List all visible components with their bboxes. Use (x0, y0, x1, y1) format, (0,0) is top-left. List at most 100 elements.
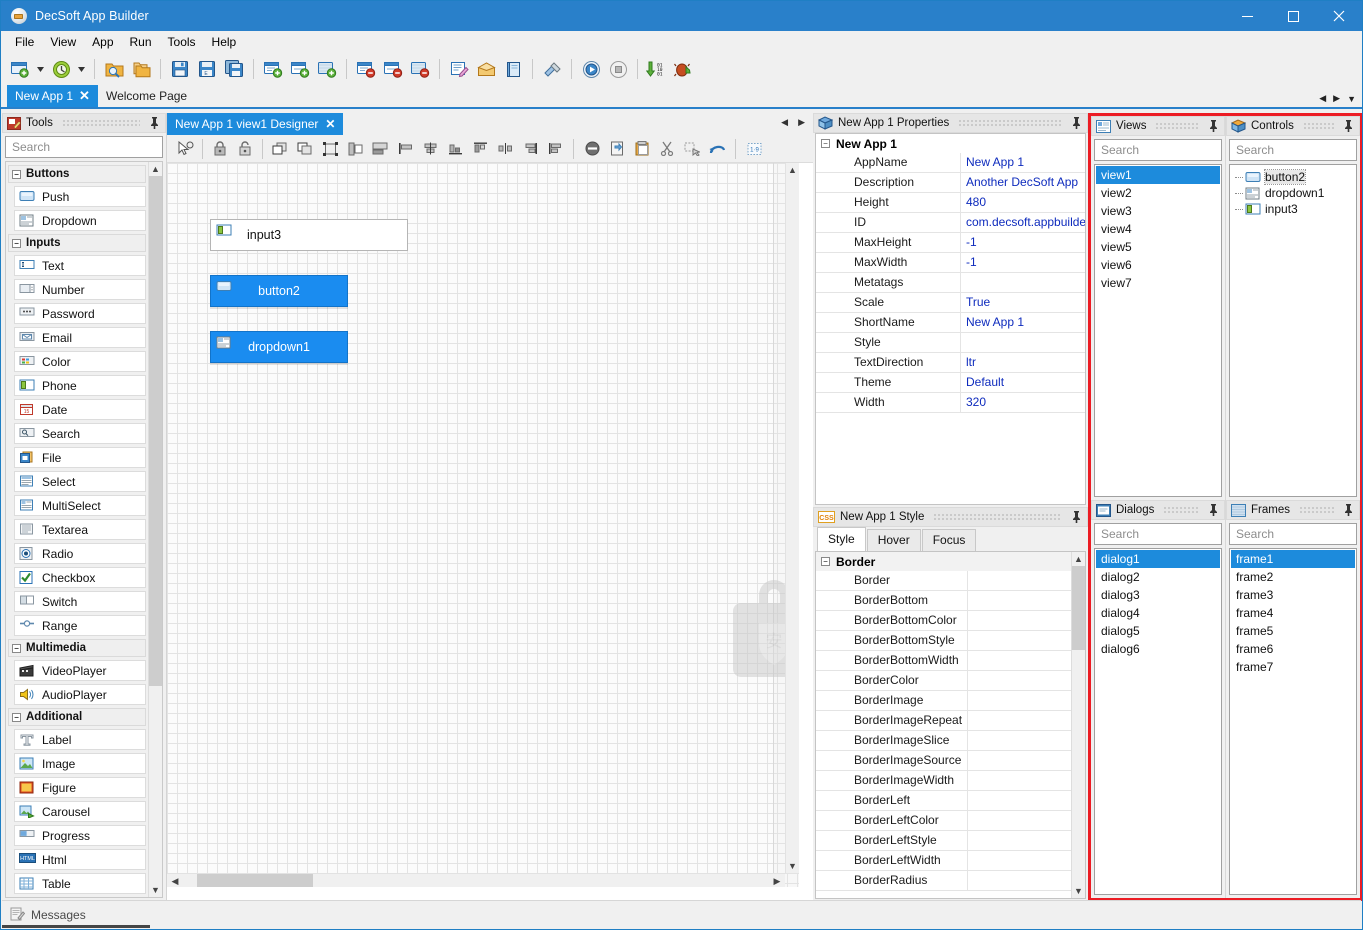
views-panel-drag-handle[interactable] (1155, 122, 1199, 130)
style-row-borderimagerepeat[interactable]: BorderImageRepeat (816, 711, 1071, 731)
style-property-value[interactable] (968, 691, 1071, 711)
frames-panel-pin-icon[interactable] (1343, 504, 1355, 516)
collapse-icon[interactable]: − (12, 712, 21, 722)
dialogs-list-item[interactable]: dialog2 (1096, 568, 1220, 586)
style-row-borderbottomwidth[interactable]: BorderBottomWidth (816, 651, 1071, 671)
save-icon[interactable] (167, 56, 193, 82)
property-row-id[interactable]: ID com.decsoft.appbuilder (816, 213, 1085, 233)
canvas-vertical-scrollbar[interactable]: ▲ ▼ (785, 163, 799, 873)
app-viewport[interactable]: input3 button2 dropdown1 (167, 163, 774, 887)
docs-icon[interactable] (500, 56, 526, 82)
align-center-icon[interactable] (418, 137, 442, 161)
collapse-icon[interactable]: − (12, 169, 21, 179)
views-list-item[interactable]: view5 (1096, 238, 1220, 256)
designer-canvas[interactable]: input3 button2 dropdown1 安 ▲ ▼ ◀ ▶ (167, 163, 799, 887)
views-list-item[interactable]: view3 (1096, 202, 1220, 220)
style-row-borderleftstyle[interactable]: BorderLeftStyle (816, 831, 1071, 851)
canvas-horizontal-scrollbar[interactable]: ◀ ▶ (167, 873, 785, 887)
canvas-scroll-down-icon[interactable]: ▼ (788, 859, 797, 873)
canvas-scroll-right-icon[interactable]: ▶ (769, 874, 785, 888)
dialogs-list-item[interactable]: dialog3 (1096, 586, 1220, 604)
compile-icon[interactable]: 01 10 01 (644, 56, 670, 82)
doc-tab-prev-icon[interactable]: ◀ (1319, 93, 1326, 104)
views-list[interactable]: view1 view2 view3 view4 view5 view6 view… (1094, 164, 1222, 497)
menu-help[interactable]: Help (204, 32, 245, 52)
dialogs-list-item[interactable]: dialog1 (1096, 550, 1220, 568)
tool-item-range[interactable]: Range (14, 615, 146, 636)
dialogs-list-item[interactable]: dialog5 (1096, 622, 1220, 640)
align-top-icon[interactable] (468, 137, 492, 161)
property-row-scale[interactable]: Scale True (816, 293, 1085, 313)
dialogs-list-item[interactable]: dialog4 (1096, 604, 1220, 622)
canvas-control-dropdown1[interactable]: dropdown1 (210, 331, 348, 363)
collapse-icon[interactable]: − (12, 643, 21, 653)
property-row-theme[interactable]: Theme Default (816, 373, 1085, 393)
tool-item-label[interactable]: Label (14, 729, 146, 750)
recent-apps-dropdown-arrow-icon[interactable] (75, 56, 88, 82)
style-row-borderimage[interactable]: BorderImage (816, 691, 1071, 711)
style-row-borderradius[interactable]: BorderRadius (816, 871, 1071, 891)
properties-panel-drag-handle[interactable] (958, 119, 1062, 127)
cut-control-icon[interactable] (655, 137, 679, 161)
style-tab-focus[interactable]: Focus (921, 529, 977, 551)
controls-panel-drag-handle[interactable] (1302, 122, 1334, 130)
menu-file[interactable]: File (7, 32, 42, 52)
style-grid[interactable]: − Border Border BorderBottom BorderBotto… (815, 551, 1086, 899)
tool-item-figure[interactable]: Figure (14, 777, 146, 798)
tool-item-videoplayer[interactable]: VideoPlayer (14, 660, 146, 681)
property-value[interactable]: New App 1 (961, 313, 1085, 333)
views-list-item[interactable]: view4 (1096, 220, 1220, 238)
save-as-icon[interactable]: E (194, 56, 220, 82)
controls-tree-item-dropdown1[interactable]: dropdown1 (1231, 185, 1355, 201)
designer-tab-close-icon[interactable]: ✕ (325, 117, 335, 131)
style-property-value[interactable] (968, 711, 1071, 731)
style-row-borderleftcolor[interactable]: BorderLeftColor (816, 811, 1071, 831)
style-group-border[interactable]: − Border (816, 552, 1071, 571)
maximize-button[interactable] (1270, 1, 1316, 31)
style-scrollbar[interactable]: ▲ ▼ (1071, 552, 1085, 898)
style-property-value[interactable] (968, 571, 1071, 591)
controls-tree-item-button2[interactable]: button2 (1231, 169, 1355, 185)
style-row-bordercolor[interactable]: BorderColor (816, 671, 1071, 691)
canvas-control-input3[interactable]: input3 (210, 219, 408, 251)
tool-item-number[interactable]: Number (14, 279, 146, 300)
style-row-borderleft[interactable]: BorderLeft (816, 791, 1071, 811)
frames-list-item[interactable]: frame2 (1231, 568, 1355, 586)
property-row-style[interactable]: Style (816, 333, 1085, 353)
new-app-icon[interactable] (7, 56, 33, 82)
tools-scroll-down-icon[interactable]: ▼ (151, 883, 160, 897)
distribute-icon[interactable] (543, 137, 567, 161)
property-row-shortname[interactable]: ShortName New App 1 (816, 313, 1085, 333)
tool-group-buttons[interactable]: − Buttons (8, 165, 146, 183)
controls-panel-pin-icon[interactable] (1343, 120, 1355, 132)
canvas-vscroll-track[interactable] (786, 177, 799, 859)
property-value[interactable] (961, 333, 1085, 353)
frames-list-item[interactable]: frame6 (1231, 640, 1355, 658)
property-value[interactable]: ltr (961, 353, 1085, 373)
designer-tab[interactable]: New App 1 view1 Designer ✕ (167, 113, 344, 135)
frames-list-item[interactable]: frame4 (1231, 604, 1355, 622)
doc-tab-close-icon[interactable]: ✕ (79, 88, 90, 104)
debug-icon[interactable] (671, 56, 697, 82)
views-search-input[interactable] (1099, 142, 1217, 158)
minimize-button[interactable] (1224, 1, 1270, 31)
collapse-icon[interactable]: − (821, 139, 830, 148)
style-property-value[interactable] (968, 751, 1071, 771)
copy-control-icon[interactable] (605, 137, 629, 161)
stop-icon[interactable] (605, 56, 631, 82)
property-value[interactable]: -1 (961, 233, 1085, 253)
dialogs-panel-drag-handle[interactable] (1163, 506, 1199, 514)
property-row-height[interactable]: Height 480 (816, 193, 1085, 213)
canvas-scroll-up-icon[interactable]: ▲ (788, 163, 797, 177)
views-list-item[interactable]: view6 (1096, 256, 1220, 274)
undo-icon[interactable] (705, 137, 729, 161)
controls-tree-item-input3[interactable]: input3 (1231, 201, 1355, 217)
messages-bar[interactable]: Messages (2, 900, 1361, 928)
property-value[interactable]: -1 (961, 253, 1085, 273)
frames-list-item[interactable]: frame7 (1231, 658, 1355, 676)
style-tab-style[interactable]: Style (817, 527, 866, 551)
delete-view-icon[interactable] (353, 56, 379, 82)
doc-tab-new-app-1[interactable]: New App 1 ✕ (7, 85, 98, 107)
frames-search-input[interactable] (1234, 526, 1352, 542)
duplicate-icon[interactable] (680, 137, 704, 161)
